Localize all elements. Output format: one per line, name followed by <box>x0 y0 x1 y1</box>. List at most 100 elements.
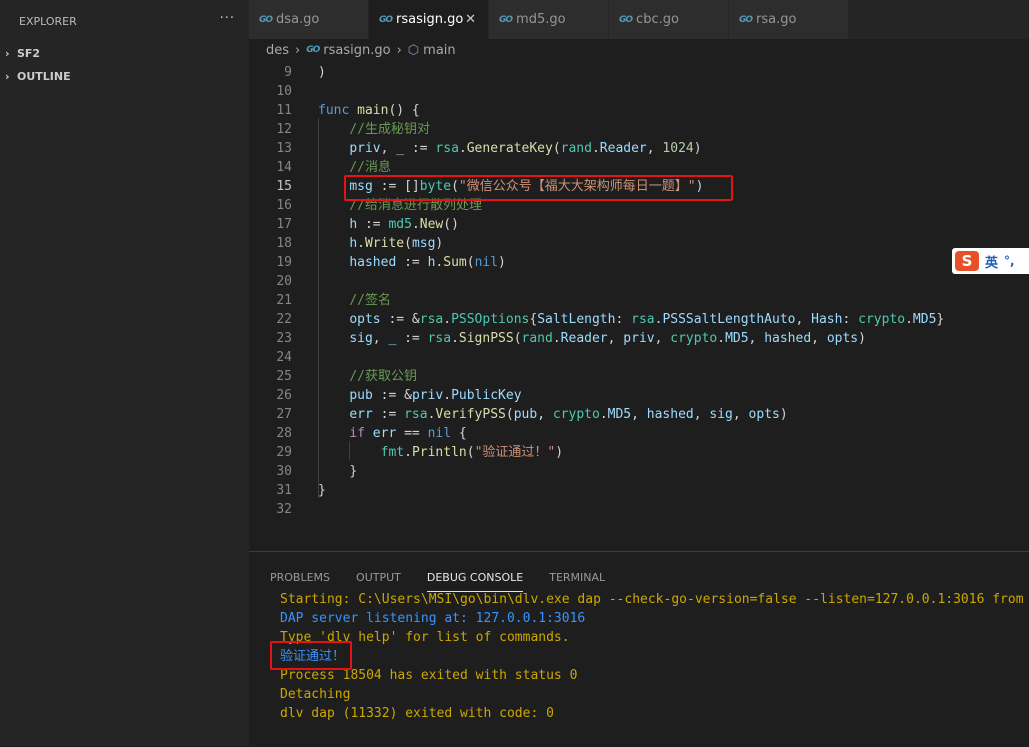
code-text: ) <box>318 63 326 82</box>
go-file-icon: GO <box>306 45 320 55</box>
code-token: Write <box>364 236 405 251</box>
line-number: 32 <box>276 502 292 517</box>
code-token: msg <box>411 236 436 251</box>
code-line[interactable]: 21 //签名 <box>249 291 1029 310</box>
code-token: := & <box>372 388 412 403</box>
line-number: 19 <box>276 255 292 270</box>
code-line[interactable]: 9) <box>249 63 1029 82</box>
code-token: SaltLength <box>537 312 616 327</box>
code-token: rsa <box>419 312 444 327</box>
code-token: rand <box>521 331 553 346</box>
code-line[interactable]: 24 <box>249 348 1029 367</box>
ime-status-bar[interactable]: S 英 °, <box>952 248 1029 274</box>
code-text: //获取公钥 <box>318 367 417 386</box>
tab-cbc-go[interactable]: GO cbc.go <box>609 0 729 39</box>
line-number: 17 <box>276 217 292 232</box>
breadcrumb-file[interactable]: rsasign.go <box>323 43 390 58</box>
code-token: . <box>411 217 420 232</box>
breadcrumb-folder[interactable]: des <box>266 43 289 58</box>
code-line[interactable]: 25 //获取公钥 <box>249 367 1029 386</box>
code-token: , <box>646 141 663 156</box>
code-line[interactable]: 12 //生成秘钥对 <box>249 120 1029 139</box>
close-icon[interactable]: ✕ <box>465 12 476 27</box>
code-line[interactable]: 19 hashed := h.Sum(nil) <box>249 253 1029 272</box>
code-token: rsa <box>631 312 655 327</box>
tab-rsa-go[interactable]: GO rsa.go <box>729 0 849 39</box>
code-token: . <box>404 445 412 460</box>
ime-punctuation: °, <box>1004 254 1015 268</box>
code-token: , <box>795 312 812 327</box>
tab-terminal[interactable]: TERMINAL <box>549 571 605 592</box>
code-token: } <box>318 483 326 498</box>
code-text: err := rsa.VerifyPSS(pub, crypto.MD5, ha… <box>318 405 788 424</box>
line-number: 12 <box>276 122 292 137</box>
code-line[interactable]: 32 <box>249 500 1029 519</box>
line-number: 27 <box>276 407 292 422</box>
code-text: opts := &rsa.PSSOptions{SaltLength: rsa.… <box>318 310 944 329</box>
tab-problems[interactable]: PROBLEMS <box>270 571 330 592</box>
tab-label: rsa.go <box>756 12 797 27</box>
code-line[interactable]: 23 sig, _ := rsa.SignPSS(rand.Reader, pr… <box>249 329 1029 348</box>
tab-dsa-go[interactable]: GO dsa.go <box>249 0 369 39</box>
line-number: 20 <box>276 274 292 289</box>
code-token: PSSOptions <box>451 312 530 327</box>
code-token: ) <box>779 407 788 422</box>
code-line[interactable]: 17 h := md5.New() <box>249 215 1029 234</box>
code-line[interactable]: 22 opts := &rsa.PSSOptions{SaltLength: r… <box>249 310 1029 329</box>
code-token: , <box>372 331 389 346</box>
section-sf2[interactable]: › SF2 <box>0 42 249 65</box>
tab-rsasign-go[interactable]: GO rsasign.go ✕ <box>369 0 489 39</box>
code-text: h.Write(msg) <box>318 234 443 253</box>
code-text: hashed := h.Sum(nil) <box>318 253 506 272</box>
section-outline[interactable]: › OUTLINE <box>0 65 249 88</box>
code-token: := <box>372 407 405 422</box>
code-text: } <box>318 481 326 500</box>
tab-md5-go[interactable]: GO md5.go <box>489 0 609 39</box>
code-line[interactable]: 13 priv, _ := rsa.GenerateKey(rand.Reade… <box>249 139 1029 158</box>
code-token: ( <box>505 407 514 422</box>
tab-debug-console[interactable]: DEBUG CONSOLE <box>426 571 524 592</box>
code-line[interactable]: 29 fmt.Println("验证通过！") <box>249 443 1029 462</box>
code-editor[interactable]: 32 31} 30 } 29 fmt.Println("验证通过！") 28 if er… <box>249 61 1029 551</box>
tab-output[interactable]: OUTPUT <box>356 571 401 592</box>
line-number: 18 <box>276 236 292 251</box>
code-token: , <box>654 331 671 346</box>
code-line[interactable]: 27 err := rsa.VerifyPSS(pub, crypto.MD5,… <box>249 405 1029 424</box>
code-token: ) <box>498 255 506 270</box>
editor-tabs: GO dsa.go GO rsasign.go ✕ GO md5.go GO c… <box>249 0 1029 39</box>
code-line[interactable]: 18 h.Write(msg) <box>249 234 1029 253</box>
code-token: SignPSS <box>458 331 514 346</box>
code-token: PSSSaltLengthAuto <box>662 312 796 327</box>
code-token: pub <box>349 388 373 403</box>
code-line[interactable]: 31} <box>249 481 1029 500</box>
code-line[interactable]: 10 <box>249 82 1029 101</box>
code-line[interactable]: 26 pub := &priv.PublicKey <box>249 386 1029 405</box>
section-label: OUTLINE <box>17 70 71 83</box>
code-token: hashed <box>764 331 812 346</box>
console-line: Starting: C:\Users\MSI\go\bin\dlv.exe da… <box>280 592 1029 607</box>
code-token: priv <box>623 331 655 346</box>
code-token: , <box>811 331 827 346</box>
code-token: rsa <box>404 407 428 422</box>
code-token: func <box>318 103 350 118</box>
go-file-icon: GO <box>499 14 513 25</box>
more-actions-icon[interactable]: ··· <box>220 11 235 26</box>
code-line[interactable]: 11 func main() { <box>249 101 1029 120</box>
code-token: () { <box>388 103 420 118</box>
chevron-right-icon: › <box>396 42 402 58</box>
breadcrumb-symbol[interactable]: main <box>423 43 455 58</box>
code-line[interactable]: 28 if err == nil { <box>249 424 1029 443</box>
code-token: , <box>693 407 710 422</box>
code-line[interactable]: 30 } <box>249 462 1029 481</box>
code-token: err <box>372 426 397 441</box>
line-number: 26 <box>276 388 292 403</box>
code-token: //消息 <box>349 160 391 175</box>
code-token: . <box>443 312 452 327</box>
code-token: : <box>615 312 632 327</box>
code-line[interactable]: 20 <box>249 272 1029 291</box>
breadcrumb: des › GO rsasign.go › ⬡ main <box>249 39 1029 61</box>
